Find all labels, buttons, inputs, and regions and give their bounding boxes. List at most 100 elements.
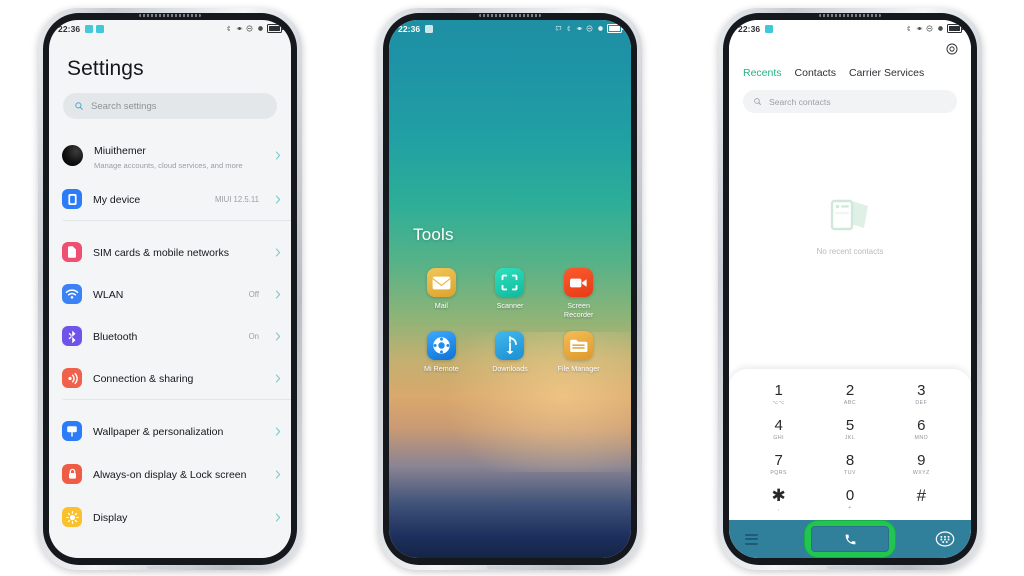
search-settings-input[interactable]: Search settings: [63, 93, 277, 119]
settings-group-connectivity: SIM cards & mobile networks WLAN Off Blu…: [49, 231, 291, 400]
phone-call-icon: [845, 534, 855, 544]
folder-app-grid: Mail Scanner Screen Recorder Mi Remote D…: [407, 268, 613, 373]
sidebar-item-wallpaper[interactable]: Wallpaper & personalization: [49, 410, 291, 452]
row-value: Off: [248, 289, 259, 299]
bluetooth-icon: [62, 326, 82, 347]
dialpad-key-3[interactable]: 3 DEF: [886, 378, 957, 411]
connection-sharing-icon: [62, 368, 82, 389]
row-label: Connection & sharing: [93, 373, 194, 386]
dialpad-key-5[interactable]: 5 JKL: [814, 413, 885, 446]
row-label: WLAN: [93, 289, 124, 302]
call-button[interactable]: [811, 526, 889, 552]
dialer-tabs: Recents Contacts Carrier Services: [729, 37, 971, 79]
dialer-phone: 22:36 Recents Contacts Carrier Services …: [718, 8, 982, 570]
row-text: Display: [93, 508, 264, 526]
dialpad-key-star[interactable]: ✱,: [743, 483, 814, 516]
key-letters: ,: [777, 506, 780, 512]
vibrate-icon: [236, 27, 242, 30]
row-text: Bluetooth: [93, 327, 238, 345]
key-number: 1: [774, 382, 783, 399]
search-icon: [754, 98, 761, 105]
dialpad-key-1[interactable]: 1 ⌥⌥: [743, 378, 814, 411]
dialpad-key-7[interactable]: 7 PQRS: [743, 448, 814, 481]
hamburger-menu-icon[interactable]: [745, 533, 758, 545]
dialpad-key-8[interactable]: 8 TUV: [814, 448, 885, 481]
row-label: My device: [93, 194, 141, 207]
row-text: Connection & sharing: [93, 369, 264, 387]
status-bar: 22:36: [389, 20, 631, 37]
row-sublabel: Manage accounts, cloud services, and mor…: [94, 160, 243, 170]
sidebar-item-lock-screen[interactable]: Always-on display & Lock screen: [49, 452, 291, 496]
sidebar-item-connection-sharing[interactable]: Connection & sharing: [49, 357, 291, 399]
app-icon-file-manager[interactable]: File Manager: [544, 331, 613, 373]
sidebar-item-display[interactable]: Display: [49, 496, 291, 538]
earpiece-speaker: [819, 14, 881, 17]
dialpad-icon[interactable]: [935, 529, 955, 549]
settings-group-display: Wallpaper & personalization Always-on di…: [49, 410, 291, 539]
key-number: 7: [774, 452, 783, 469]
phone-chin: [487, 566, 533, 569]
key-letters: WXYZ: [912, 470, 930, 476]
vibrate-icon: [916, 27, 922, 30]
app-icon-mail[interactable]: Mail: [407, 268, 476, 319]
chevron-right-icon: [275, 290, 281, 299]
row-text: Wallpaper & personalization: [93, 422, 264, 440]
status-bar-system-icons: [905, 24, 964, 33]
dialpad-key-hash[interactable]: #: [886, 483, 957, 516]
dialpad-key-0[interactable]: 0 +: [814, 483, 885, 516]
status-bar: 22:36: [49, 20, 291, 37]
sidebar-item-sim-cards[interactable]: SIM cards & mobile networks: [49, 231, 291, 273]
chevron-right-icon: [275, 195, 281, 204]
row-label: Display: [93, 512, 128, 525]
key-letters: MNO: [914, 435, 929, 441]
row-label: Always-on display & Lock screen: [93, 469, 247, 482]
search-contacts-input[interactable]: Search contacts: [743, 90, 957, 113]
app-label: Screen Recorder: [563, 301, 594, 319]
dialpad-key-2[interactable]: 2 ABC: [814, 378, 885, 411]
status-bar-notification-icons: [765, 24, 774, 33]
earpiece-speaker: [139, 14, 201, 17]
row-text: Always-on display & Lock screen: [93, 465, 264, 483]
dialer-bottom-bar: [729, 520, 971, 558]
screenshot-stage: 22:36 Settings Search settings Miuitheme…: [0, 0, 1024, 576]
app-icon-screen-recorder[interactable]: Screen Recorder: [544, 268, 613, 319]
account-avatar-icon: [62, 145, 83, 167]
tab-recents[interactable]: Recents: [743, 67, 782, 79]
key-letters: JKL: [844, 435, 856, 441]
scanner-icon: [495, 268, 525, 297]
app-icon-downloads[interactable]: Downloads: [476, 331, 545, 373]
dialpad-key-4[interactable]: 4 GHI: [743, 413, 814, 446]
sidebar-item-my-device[interactable]: My device MIUI 12.5.11: [49, 178, 291, 220]
chevron-right-icon: [275, 427, 281, 436]
row-text: WLAN: [93, 285, 238, 303]
battery-icon: [947, 24, 964, 33]
status-bar-notification-icons: [85, 24, 105, 33]
tab-contacts[interactable]: Contacts: [795, 67, 836, 79]
bluetooth-icon: [907, 25, 910, 32]
settings-group-account: Miuithemer Manage accounts, cloud servic…: [49, 133, 291, 221]
key-letters: +: [848, 505, 852, 511]
app-label: Mail: [434, 301, 448, 310]
key-number: 2: [845, 382, 855, 399]
key-number: #: [916, 486, 927, 505]
key-letters: GHI: [773, 435, 785, 441]
dialpad-keys: 1 ⌥⌥ 2 ABC 3 DEF 4 GHI 5 JKL 6 MNO 7 PQRS 8 TUV …: [743, 378, 957, 516]
gear-icon[interactable]: [945, 42, 959, 56]
home-screen: 22:36 Tools Mail Scanner Screen Recorder…: [389, 20, 631, 558]
status-bar-system-icons: [225, 24, 284, 33]
dialpad-key-6[interactable]: 6 MNO: [886, 413, 957, 446]
phone-chin: [147, 566, 193, 569]
row-label: Bluetooth: [93, 331, 138, 344]
sidebar-item-miuithemer[interactable]: Miuithemer Manage accounts, cloud servic…: [49, 133, 291, 178]
app-icon-scanner[interactable]: Scanner: [476, 268, 545, 319]
app-label: Mi Remote: [423, 364, 459, 373]
battery-icon: [267, 24, 284, 33]
sidebar-item-bluetooth[interactable]: Bluetooth On: [49, 315, 291, 357]
row-value: On: [248, 331, 259, 341]
app-label: File Manager: [557, 364, 600, 373]
tab-carrier-services[interactable]: Carrier Services: [849, 67, 924, 79]
app-icon-mi-remote[interactable]: Mi Remote: [407, 331, 476, 373]
dialpad-key-9[interactable]: 9 WXYZ: [886, 448, 957, 481]
status-bar-time: 22:36: [738, 23, 761, 34]
sidebar-item-wlan[interactable]: WLAN Off: [49, 273, 291, 315]
